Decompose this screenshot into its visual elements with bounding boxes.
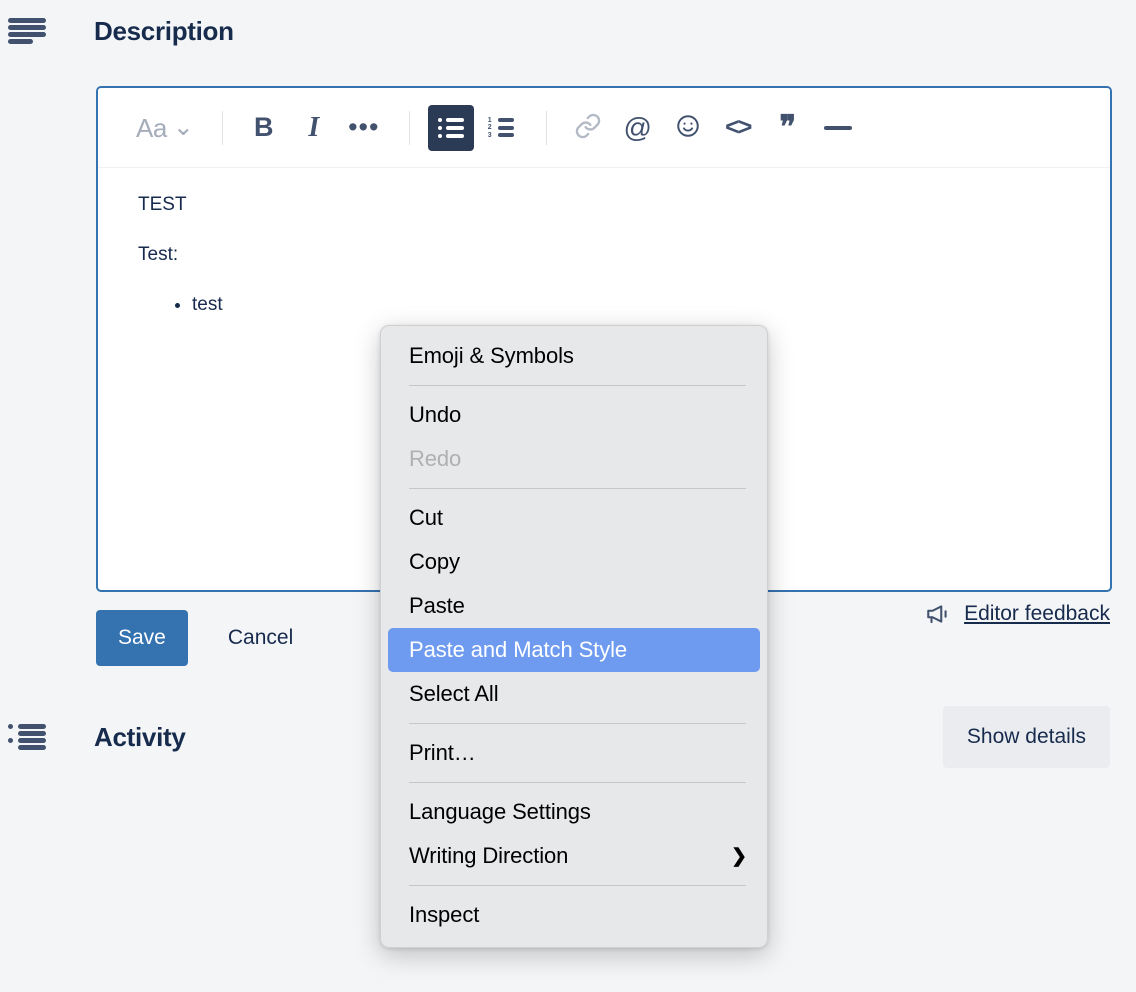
menu-item-label: Paste (409, 593, 465, 618)
show-details-button[interactable]: Show details (942, 706, 1110, 768)
toolbar-divider (408, 110, 410, 145)
emoji-button[interactable] (665, 105, 711, 151)
numbered-list-button[interactable]: 1 2 3 (478, 105, 524, 151)
text-style-label: Aa (136, 112, 167, 143)
menu-item-writing-direction[interactable]: Writing Direction ❯ (388, 834, 760, 878)
menu-item-cut[interactable]: Cut (388, 496, 760, 540)
menu-separator (409, 885, 746, 886)
menu-item-paste[interactable]: Paste (388, 584, 760, 628)
activity-list-icon (0, 724, 54, 750)
bold-button[interactable]: B (241, 105, 287, 151)
menu-item-print[interactable]: Print… (388, 731, 760, 775)
ordered-num-3: 3 (487, 131, 492, 139)
bullet-list-button[interactable] (427, 104, 474, 151)
ordered-num-1: 1 (487, 116, 492, 124)
editor-content[interactable]: TEST Test: test (98, 168, 1110, 342)
menu-item-redo: Redo (388, 437, 760, 481)
code-icon: <> (725, 113, 752, 141)
menu-item-inspect[interactable]: Inspect (388, 893, 760, 937)
menu-item-copy[interactable]: Copy (388, 540, 760, 584)
quote-icon: ❞ (779, 109, 797, 145)
bold-icon: B (254, 112, 274, 142)
menu-item-emoji-symbols[interactable]: Emoji & Symbols (388, 334, 760, 378)
menu-item-paste-and-match-style[interactable]: Paste and Match Style (388, 628, 760, 672)
italic-button[interactable]: I (291, 105, 337, 151)
menu-item-select-all[interactable]: Select All (388, 672, 760, 716)
menu-item-label: Language Settings (409, 799, 591, 824)
menu-item-undo[interactable]: Undo (388, 393, 760, 437)
editor-feedback-link[interactable]: Editor feedback (925, 602, 1110, 626)
editor-toolbar: Aa ⌄ B I ••• 1 2 3 @ <> ❞ (98, 88, 1110, 168)
editor-feedback-label[interactable]: Editor feedback (964, 602, 1110, 626)
chevron-right-icon: ❯ (731, 845, 747, 867)
emoji-icon (675, 113, 701, 143)
quote-button[interactable]: ❞ (765, 105, 811, 151)
menu-item-label: Writing Direction (409, 843, 569, 868)
menu-item-label: Print… (409, 740, 476, 765)
text-style-dropdown[interactable]: Aa ⌄ (130, 105, 200, 151)
more-formatting-button[interactable]: ••• (341, 105, 387, 151)
menu-item-label: Copy (409, 549, 460, 574)
at-mention-icon: @ (623, 111, 652, 143)
menu-separator (409, 782, 746, 783)
menu-item-label: Emoji & Symbols (409, 343, 574, 368)
menu-item-label: Redo (409, 446, 462, 471)
menu-item-language-settings[interactable]: Language Settings (388, 790, 760, 834)
italic-icon: I (308, 111, 320, 143)
code-button[interactable]: <> (715, 105, 761, 151)
megaphone-icon (925, 603, 951, 625)
menu-item-label: Paste and Match Style (409, 637, 628, 662)
context-menu[interactable]: Emoji & Symbols Undo Redo Cut Copy Paste Paste… (380, 325, 768, 948)
numbered-list-icon: 1 2 3 (487, 116, 514, 139)
toolbar-divider (221, 110, 223, 145)
horizontal-rule-icon (823, 125, 852, 130)
editor-paragraph: TEST (138, 194, 187, 215)
list-item: test (192, 294, 1070, 316)
menu-separator (409, 488, 746, 489)
menu-item-label: Cut (409, 505, 443, 530)
menu-item-label: Undo (409, 402, 462, 427)
editor-bullet-list: test (138, 294, 1070, 316)
mention-button[interactable]: @ (615, 105, 661, 151)
save-button[interactable]: Save (96, 610, 188, 666)
ordered-num-2: 2 (487, 124, 492, 131)
editor-action-bar: Save Cancel (96, 610, 311, 666)
link-button[interactable] (565, 105, 611, 151)
activity-title: Activity (94, 721, 186, 752)
description-lines-icon (0, 18, 54, 44)
link-icon (574, 112, 602, 144)
menu-item-label: Select All (409, 681, 499, 706)
cancel-button[interactable]: Cancel (210, 610, 311, 666)
menu-separator (409, 723, 746, 724)
bullet-list-icon (437, 117, 464, 138)
toolbar-divider (545, 110, 547, 145)
page-title: Description (94, 15, 234, 46)
horizontal-rule-button[interactable] (815, 105, 861, 151)
chevron-down-icon: ⌄ (172, 113, 194, 141)
menu-item-label: Inspect (409, 902, 480, 927)
ellipsis-icon: ••• (348, 112, 380, 143)
description-section-header: Description (0, 0, 1136, 62)
editor-paragraph: Test: (138, 244, 179, 265)
menu-separator (409, 385, 746, 386)
